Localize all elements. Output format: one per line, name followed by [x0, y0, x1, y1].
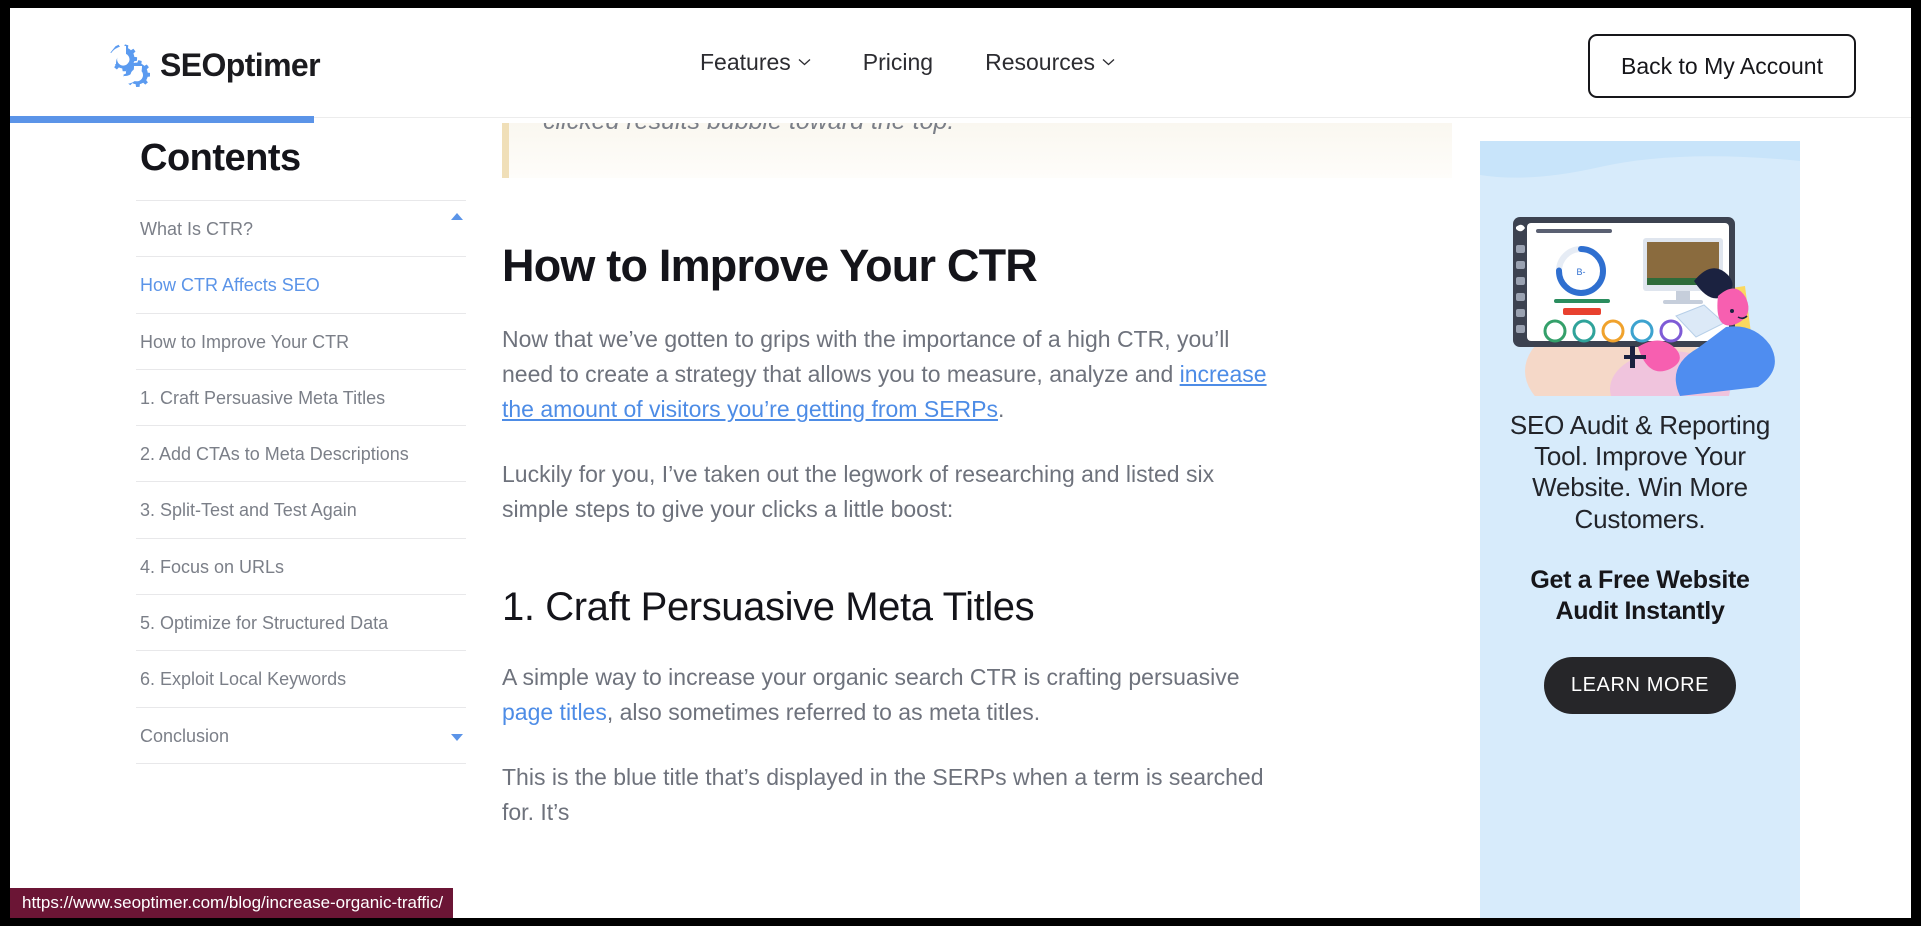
pullquote-block: clicked results bubble toward the top. — [502, 123, 1452, 178]
heading-craft-persuasive-meta-titles: 1. Craft Persuasive Meta Titles — [502, 584, 1035, 629]
seo-audit-dashboard-illustration-icon: B- — [1480, 141, 1800, 396]
table-of-contents-panel: Contents What Is CTR? How CTR Affects SE… — [136, 123, 466, 764]
site-logo[interactable]: SEOptimer — [100, 40, 321, 90]
article-content: clicked results bubble toward the top. H… — [502, 123, 1452, 830]
paragraph-intro: Now that we’ve gotten to grips with the … — [502, 322, 1272, 427]
toc-item-focus-on-urls[interactable]: 4. Focus on URLs — [136, 537, 466, 594]
paragraph-page-titles-after: , also sometimes referred to as meta tit… — [606, 698, 1041, 725]
ad-headline: SEO Audit & Reporting Tool. Improve Your… — [1509, 410, 1771, 534]
site-header: SEOptimer Features Pricing Resources Bac… — [10, 8, 1911, 118]
back-to-my-account-button[interactable]: Back to My Account — [1588, 34, 1856, 98]
heading-how-to-improve-your-ctr: How to Improve Your CTR — [502, 240, 1038, 291]
toc-item-optimize-for-structured-data[interactable]: 5. Optimize for Structured Data — [136, 594, 466, 650]
nav-item-pricing[interactable]: Pricing — [863, 49, 933, 76]
toc-item-craft-persuasive-meta-titles[interactable]: 1. Craft Persuasive Meta Titles — [136, 368, 466, 425]
reading-progress-bar — [10, 116, 1911, 123]
paragraph-intro-text-before: Now that we’ve gotten to grips with the … — [502, 326, 1230, 387]
page-body: Contents What Is CTR? How CTR Affects SE… — [10, 123, 1911, 918]
chevron-down-icon — [1102, 59, 1115, 66]
caret-down-icon[interactable] — [450, 733, 464, 743]
svg-text:B-: B- — [1577, 267, 1586, 277]
nav-label-resources: Resources — [985, 48, 1096, 75]
contents-heading: Contents — [140, 137, 301, 179]
pullquote-text: clicked results bubble toward the top. — [543, 123, 954, 136]
nav-label-pricing: Pricing — [862, 48, 934, 75]
logo-text: SEOptimer — [160, 46, 321, 83]
toc-list: What Is CTR? How CTR Affects SEO How to … — [136, 200, 466, 764]
caret-up-icon[interactable] — [450, 211, 464, 221]
paragraph-page-titles-before: A simple way to increase your organic se… — [502, 663, 1240, 690]
seoptimer-gear-logo-icon — [107, 44, 150, 87]
nav-label-features: Features — [700, 48, 791, 75]
chevron-down-icon — [798, 59, 811, 66]
learn-more-button[interactable]: LEARN MORE — [1544, 656, 1736, 714]
toc-item-what-is-ctr[interactable]: What Is CTR? — [136, 200, 466, 256]
nav-item-features[interactable]: Features — [700, 49, 811, 76]
toc-item-exploit-local-keywords[interactable]: 6. Exploit Local Keywords — [136, 650, 466, 706]
learn-more-label: LEARN MORE — [1570, 673, 1710, 696]
main-navigation: Features Pricing Resources — [700, 8, 1115, 116]
browser-viewport: SEOptimer Features Pricing Resources Bac… — [10, 8, 1911, 918]
nav-item-resources[interactable]: Resources — [985, 49, 1115, 76]
paragraph-six-steps: Luckily for you, I’ve taken out the legw… — [502, 460, 1215, 522]
account-button-label: Back to My Account — [1621, 52, 1823, 79]
reading-progress-fill — [10, 116, 315, 123]
status-bar-url: https://www.seoptimer.com/blog/increase-… — [22, 893, 444, 912]
toc-item-how-to-improve-your-ctr[interactable]: How to Improve Your CTR — [136, 312, 466, 369]
link-page-titles[interactable]: page titles — [502, 699, 607, 725]
toc-item-add-ctas-to-meta-descriptions[interactable]: 2. Add CTAs to Meta Descriptions — [136, 425, 466, 481]
toc-item-conclusion[interactable]: Conclusion — [136, 706, 466, 764]
paragraph-blue-title: This is the blue title that’s displayed … — [502, 763, 1264, 825]
link-target-status-bar: https://www.seoptimer.com/blog/increase-… — [10, 888, 454, 918]
toc-item-split-test-and-test-again[interactable]: 3. Split-Test and Test Again — [136, 481, 466, 537]
paragraph-page-titles: A simple way to increase your organic se… — [502, 660, 1272, 730]
sidebar-ad-panel[interactable]: B- SEO Audit & Reporting Tool. Improve Y… — [1480, 141, 1800, 918]
paragraph-intro-text-after: . — [998, 395, 1005, 422]
ad-subheadline: Get a Free Website Audit Instantly — [1530, 565, 1750, 625]
toc-item-how-ctr-affects-seo[interactable]: How CTR Affects SEO — [136, 256, 466, 312]
